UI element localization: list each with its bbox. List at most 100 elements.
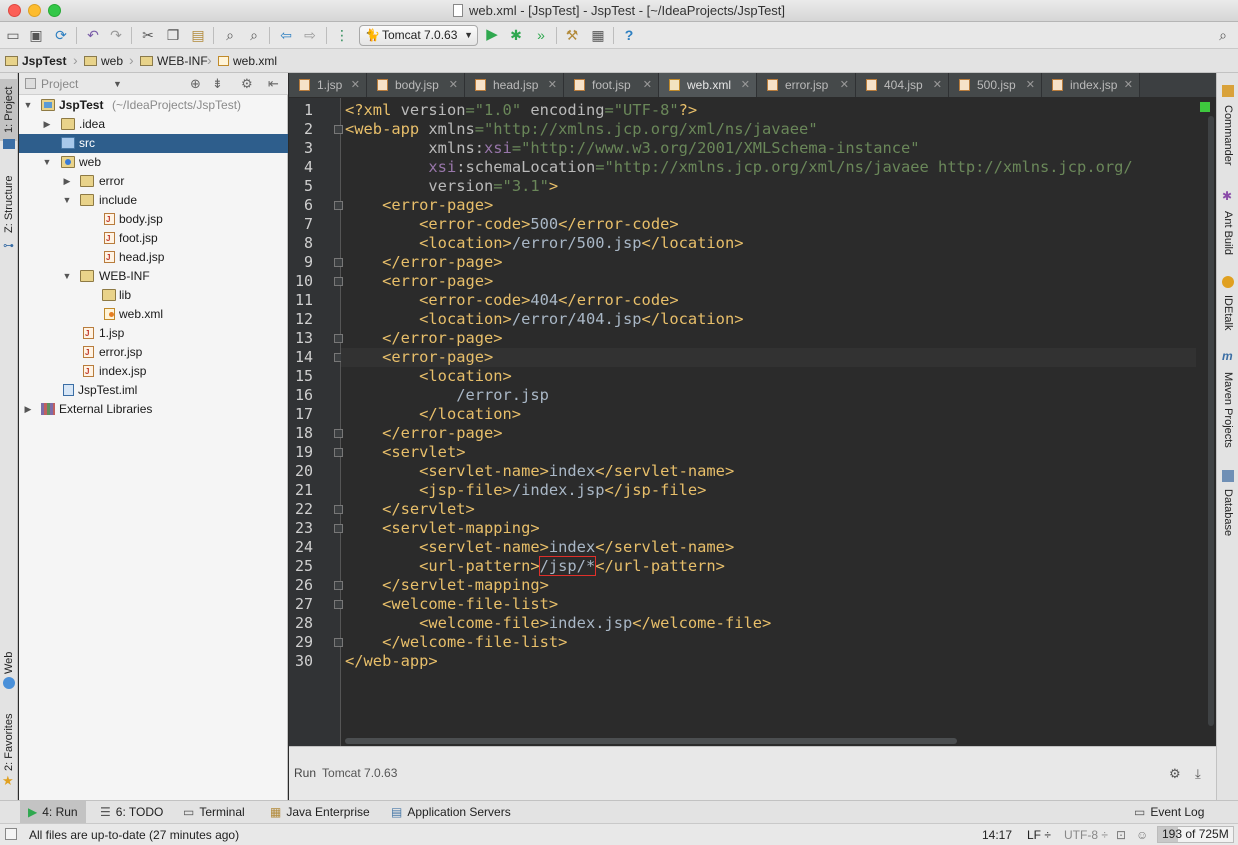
- cut-icon[interactable]: ✂: [139, 26, 157, 44]
- tree-item-body-jsp[interactable]: body.jsp: [19, 210, 288, 229]
- memory-indicator[interactable]: 193 of 725M: [1157, 826, 1234, 843]
- tree-item-web-inf[interactable]: ▼ WEB-INF: [19, 267, 288, 286]
- tree-item-1-jsp[interactable]: 1.jsp: [19, 324, 288, 343]
- project-tool-tab[interactable]: 1: Project: [0, 79, 18, 141]
- close-icon[interactable]: ✕: [351, 73, 360, 97]
- fold-marker-icon[interactable]: [334, 581, 343, 590]
- tree-item-error-jsp[interactable]: error.jsp: [19, 343, 288, 362]
- search-everywhere-icon[interactable]: ⌕: [1214, 26, 1232, 44]
- hide-panel-icon[interactable]: ⇤: [268, 76, 279, 92]
- tree-item-idea[interactable]: ▶ .idea: [19, 115, 288, 134]
- breadcrumb-project[interactable]: JspTest: [5, 53, 66, 69]
- tree-item-include[interactable]: ▼ include: [19, 191, 288, 210]
- maven-projects-tool-tab[interactable]: Maven Projects: [1217, 367, 1238, 453]
- expanded-arrow-icon[interactable]: ▼: [62, 191, 72, 210]
- application-servers-tool-tab[interactable]: ▤ Application Servers: [391, 801, 511, 823]
- todo-tool-tab[interactable]: ☰ 6: TODO: [100, 801, 163, 823]
- tab-500-jsp[interactable]: 500.jsp ✕: [949, 73, 1042, 97]
- settings-wrench-icon[interactable]: ⚒: [563, 26, 581, 44]
- tree-item-lib[interactable]: lib: [19, 286, 288, 305]
- tab-index-jsp[interactable]: index.jsp ✕: [1042, 73, 1140, 97]
- fold-marker-icon[interactable]: [334, 258, 343, 267]
- close-icon[interactable]: ✕: [741, 73, 750, 97]
- save-all-icon[interactable]: ▣: [27, 26, 45, 44]
- close-icon[interactable]: ✕: [840, 73, 849, 97]
- tree-item-jsptest[interactable]: ▼ JspTest (~/IdeaProjects/JspTest): [19, 96, 288, 115]
- tree-item-src[interactable]: src: [19, 134, 288, 153]
- tab-head-jsp[interactable]: head.jsp ✕: [465, 73, 564, 97]
- close-icon[interactable]: ✕: [449, 73, 458, 97]
- web-tool-tab[interactable]: Web: [0, 649, 18, 677]
- close-icon[interactable]: ✕: [548, 73, 557, 97]
- encoding-select[interactable]: UTF-8 ÷: [1064, 828, 1108, 842]
- coverage-icon[interactable]: »: [532, 26, 550, 44]
- tree-item-error[interactable]: ▶ error: [19, 172, 288, 191]
- close-icon[interactable]: ✕: [1026, 73, 1035, 97]
- favorites-tool-tab[interactable]: 2: Favorites: [0, 707, 18, 777]
- breadcrumb-web-inf[interactable]: WEB-INF: [140, 53, 208, 69]
- run-configuration-select[interactable]: 🐈 Tomcat 7.0.63 ▼: [359, 25, 478, 46]
- lock-icon[interactable]: ⊡: [1116, 828, 1126, 842]
- tab-1-jsp[interactable]: 1.jsp ✕: [289, 73, 367, 97]
- vertical-scrollbar[interactable]: [1208, 116, 1214, 726]
- close-icon[interactable]: ✕: [643, 73, 652, 97]
- tree-item-foot-jsp[interactable]: foot.jsp: [19, 229, 288, 248]
- run-tool-tab[interactable]: ▶ 4: Run: [20, 801, 86, 823]
- make-project-icon[interactable]: ⋮: [333, 26, 351, 44]
- collapsed-arrow-icon[interactable]: ▶: [42, 115, 52, 134]
- tree-item-jsptest-iml[interactable]: JspTest.iml: [19, 381, 288, 400]
- tab-body-jsp[interactable]: body.jsp ✕: [367, 73, 465, 97]
- fold-marker-icon[interactable]: [334, 600, 343, 609]
- gear-icon[interactable]: ⚙: [1169, 766, 1181, 782]
- forward-icon[interactable]: ⇨: [301, 26, 319, 44]
- java-enterprise-tool-tab[interactable]: ▦ Java Enterprise: [270, 801, 370, 823]
- paste-icon[interactable]: ▤: [189, 26, 207, 44]
- expanded-arrow-icon[interactable]: ▼: [42, 153, 52, 172]
- scroll-from-source-icon[interactable]: ⊕: [190, 76, 201, 92]
- horizontal-scrollbar[interactable]: [345, 738, 957, 744]
- breadcrumb-web[interactable]: web: [84, 53, 123, 69]
- tree-item-web-xml[interactable]: web.xml: [19, 305, 288, 324]
- tab-error-jsp[interactable]: error.jsp ✕: [757, 73, 856, 97]
- undo-icon[interactable]: ↶: [84, 26, 102, 44]
- fold-marker-icon[interactable]: [334, 277, 343, 286]
- terminal-tool-tab[interactable]: ▭ Terminal: [183, 801, 245, 823]
- project-view-selector[interactable]: Project ▼: [25, 76, 141, 92]
- idetalk-tool-tab[interactable]: IDEtalk: [1217, 291, 1238, 335]
- tree-item-head-jsp[interactable]: head.jsp: [19, 248, 288, 267]
- expanded-arrow-icon[interactable]: ▼: [62, 267, 72, 286]
- sync-icon[interactable]: ⟳: [52, 26, 70, 44]
- back-icon[interactable]: ⇦: [277, 26, 295, 44]
- fold-marker-icon[interactable]: [334, 125, 343, 134]
- tab-404-jsp[interactable]: 404.jsp ✕: [856, 73, 949, 97]
- event-log-tool-tab[interactable]: ▭ Event Log: [1134, 801, 1204, 823]
- tab-web-xml[interactable]: web.xml ✕: [659, 73, 757, 97]
- line-separator-select[interactable]: LF ÷: [1027, 828, 1051, 842]
- tool-windows-toggle[interactable]: [5, 828, 17, 840]
- code-editor[interactable]: 1 2 3 4 5 6 7 8 9 10 11 12 13 14 15 16 17 18 19 20 21 22 23 24 2…: [289, 98, 1216, 746]
- fold-marker-icon[interactable]: [334, 334, 343, 343]
- redo-icon[interactable]: ↷: [107, 26, 125, 44]
- replace-icon[interactable]: ⌕: [245, 26, 263, 44]
- tree-item-index-jsp[interactable]: index.jsp: [19, 362, 288, 381]
- collapsed-arrow-icon[interactable]: ▶: [23, 400, 33, 419]
- fold-marker-icon[interactable]: [334, 448, 343, 457]
- help-icon[interactable]: ?: [620, 26, 638, 44]
- run-icon[interactable]: ▶: [483, 26, 501, 44]
- fold-marker-icon[interactable]: [334, 201, 343, 210]
- inspector-icon[interactable]: ☺: [1136, 828, 1148, 842]
- tree-item-external-libraries[interactable]: ▶ External Libraries: [19, 400, 288, 419]
- debug-icon[interactable]: ✱: [507, 26, 525, 44]
- fold-marker-icon[interactable]: [334, 524, 343, 533]
- copy-icon[interactable]: ❐: [164, 26, 182, 44]
- close-icon[interactable]: ✕: [1124, 73, 1133, 97]
- collapse-all-icon[interactable]: ⇟: [212, 76, 223, 92]
- hide-panel-icon[interactable]: ⤓: [1195, 766, 1201, 782]
- close-icon[interactable]: ✕: [933, 73, 942, 97]
- fold-marker-icon[interactable]: [334, 429, 343, 438]
- gear-icon[interactable]: ⚙: [241, 76, 253, 92]
- tree-item-web[interactable]: ▼ web: [19, 153, 288, 172]
- breadcrumb-web-xml[interactable]: web.xml: [218, 53, 277, 69]
- caret-position[interactable]: 14:17: [982, 828, 1012, 842]
- tab-foot-jsp[interactable]: foot.jsp ✕: [564, 73, 659, 97]
